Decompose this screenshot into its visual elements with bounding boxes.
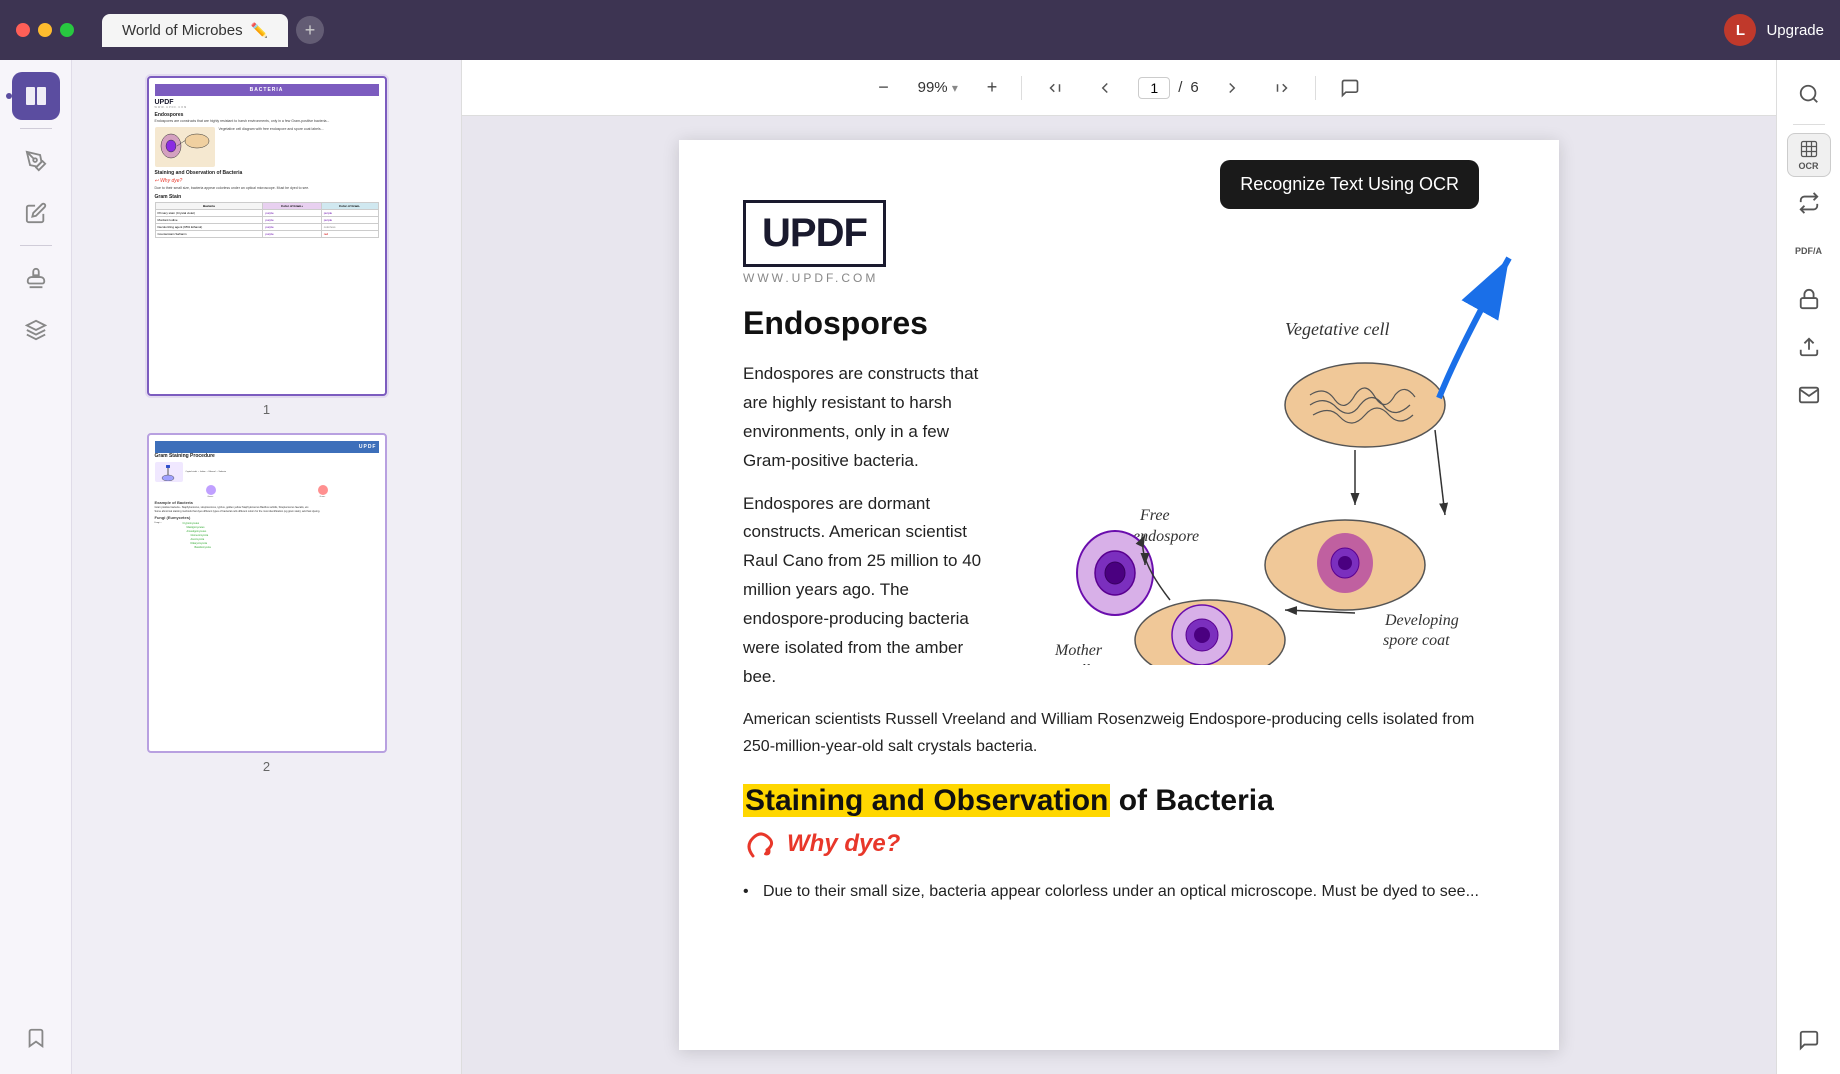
thumb-page-2-num: 2 xyxy=(263,759,270,774)
sidebar-item-stamp[interactable] xyxy=(12,254,60,302)
updf-url: WWW.UPDF.COM xyxy=(743,271,1495,285)
user-avatar[interactable]: L xyxy=(1724,14,1756,46)
nav-first-button[interactable] xyxy=(1038,73,1072,103)
thumb-gram-table: BacteriaColor of Gram+Color of Gram- Pri… xyxy=(155,202,379,238)
page-input[interactable]: 1 xyxy=(1138,77,1170,99)
endospores-para2: Endospores are dormant constructs. Ameri… xyxy=(743,490,983,692)
share-button[interactable] xyxy=(1787,325,1831,369)
staining-section: Staining and Observation of Bacteria Why… xyxy=(743,784,1495,905)
endospores-section: Endospores Endospores are constructs tha… xyxy=(743,305,1495,706)
svg-text:spore coat: spore coat xyxy=(1383,632,1450,649)
sidebar-item-layers[interactable] xyxy=(12,306,60,354)
sidebar-separator-2 xyxy=(20,245,52,246)
main-layout: BACTERIA UPDF WWW.UPDF.COM Endospores En… xyxy=(0,60,1840,1074)
updf-logo-area: UPDF WWW.UPDF.COM xyxy=(743,200,1495,285)
nav-last-button[interactable] xyxy=(1265,73,1299,103)
tab-title: World of Microbes xyxy=(122,22,243,39)
thumb-page-1-num: 1 xyxy=(263,402,270,417)
comment-button[interactable] xyxy=(1332,72,1368,104)
toolbar-divider-1 xyxy=(1021,76,1022,100)
tab-area: World of Microbes ✏️ + xyxy=(102,14,324,47)
endospores-title: Endospores xyxy=(743,305,983,342)
thumb-page-2-content: UPDF Gram Staining Procedure Crystal vio… xyxy=(147,433,387,753)
new-tab-button[interactable]: + xyxy=(296,16,324,44)
why-dye: Why dye? xyxy=(743,826,1495,862)
thumb-updf-logo: UPDF xyxy=(155,99,379,106)
bacteria-bullet-1: Due to their small size, bacteria appear… xyxy=(743,878,1495,905)
page-area: − 99% ▾ + 1 xyxy=(462,60,1776,1074)
endospores-diagram: Vegetative cell Free endospore xyxy=(1015,305,1495,670)
thumbnail-page-2[interactable]: UPDF Gram Staining Procedure Crystal vio… xyxy=(84,433,449,774)
email-button[interactable] xyxy=(1787,373,1831,417)
titlebar: World of Microbes ✏️ + L Upgrade xyxy=(0,0,1840,60)
toolbar-divider-2 xyxy=(1315,76,1316,100)
sidebar xyxy=(0,60,72,1074)
sidebar-item-book-view[interactable] xyxy=(12,72,60,120)
page-total: 6 xyxy=(1190,79,1198,96)
endospores-para1: Endospores are constructs that are highl… xyxy=(743,360,983,476)
staining-title: Staining and Observation of Bacteria xyxy=(743,784,1495,818)
staining-title-rest: of Bacteria xyxy=(1110,784,1273,817)
ocr-button[interactable]: OCR xyxy=(1787,133,1831,177)
maximize-button[interactable] xyxy=(60,23,74,37)
toolbar: − 99% ▾ + 1 xyxy=(462,60,1776,116)
why-dye-curl-icon xyxy=(743,826,779,862)
endospores-diagram-svg: Vegetative cell Free endospore xyxy=(1015,305,1475,665)
zoom-level: 99% ▾ xyxy=(913,79,963,96)
page-separator: / xyxy=(1178,79,1182,96)
svg-text:Developing: Developing xyxy=(1384,612,1459,629)
toolbar-center: − 99% ▾ + 1 xyxy=(870,71,1368,104)
vegetative-cell-label: Vegetative cell xyxy=(1285,319,1389,339)
nav-prev-button[interactable] xyxy=(1088,73,1122,103)
sidebar-item-annotation[interactable] xyxy=(12,189,60,237)
right-separator-1 xyxy=(1793,124,1825,125)
staining-title-highlight: Staining and Observation xyxy=(743,784,1110,817)
sidebar-separator-1 xyxy=(20,128,52,129)
nav-next-button[interactable] xyxy=(1215,73,1249,103)
close-button[interactable] xyxy=(16,23,30,37)
ocr-label: OCR xyxy=(1799,161,1819,171)
chat-button[interactable] xyxy=(1787,1018,1831,1062)
sidebar-item-pen[interactable] xyxy=(12,137,60,185)
search-button[interactable] xyxy=(1787,72,1831,116)
zoom-in-button[interactable]: + xyxy=(979,71,1006,104)
upgrade-button[interactable]: Upgrade xyxy=(1766,22,1824,39)
thumb-endospores-heading: Endospores xyxy=(155,112,379,118)
updf-logo-text: UPDF xyxy=(762,211,867,256)
doc-page: Recognize Text Using OCR xyxy=(679,140,1559,1050)
svg-text:Free: Free xyxy=(1139,507,1170,524)
traffic-lights xyxy=(16,23,74,37)
active-tab[interactable]: World of Microbes ✏️ xyxy=(102,14,288,47)
thumb-page-1-content: BACTERIA UPDF WWW.UPDF.COM Endospores En… xyxy=(147,76,387,396)
thumbnail-panel[interactable]: BACTERIA UPDF WWW.UPDF.COM Endospores En… xyxy=(72,60,462,1074)
right-panel: OCR PDF/A xyxy=(1776,60,1840,1074)
minimize-button[interactable] xyxy=(38,23,52,37)
sidebar-item-bookmark[interactable] xyxy=(12,1014,60,1062)
endospores-text: Endospores Endospores are constructs tha… xyxy=(743,305,983,706)
thumbnail-page-1[interactable]: BACTERIA UPDF WWW.UPDF.COM Endospores En… xyxy=(84,76,449,417)
endospores-para3: American scientists Russell Vreeland and… xyxy=(743,706,1495,760)
ocr-tooltip: Recognize Text Using OCR xyxy=(1220,160,1479,209)
protect-button[interactable] xyxy=(1787,277,1831,321)
svg-text:cell: cell xyxy=(1067,662,1091,665)
pdfa-label: PDF/A xyxy=(1795,246,1822,256)
convert-button[interactable] xyxy=(1787,181,1831,225)
titlebar-right: L Upgrade xyxy=(1724,14,1824,46)
pdfa-button[interactable]: PDF/A xyxy=(1787,229,1831,273)
doc-scroll[interactable]: Recognize Text Using OCR xyxy=(462,116,1776,1074)
svg-text:Mother: Mother xyxy=(1054,642,1103,659)
edit-tab-icon[interactable]: ✏️ xyxy=(251,22,268,39)
zoom-out-button[interactable]: − xyxy=(870,71,897,104)
page-nav: 1 / 6 xyxy=(1138,77,1199,99)
